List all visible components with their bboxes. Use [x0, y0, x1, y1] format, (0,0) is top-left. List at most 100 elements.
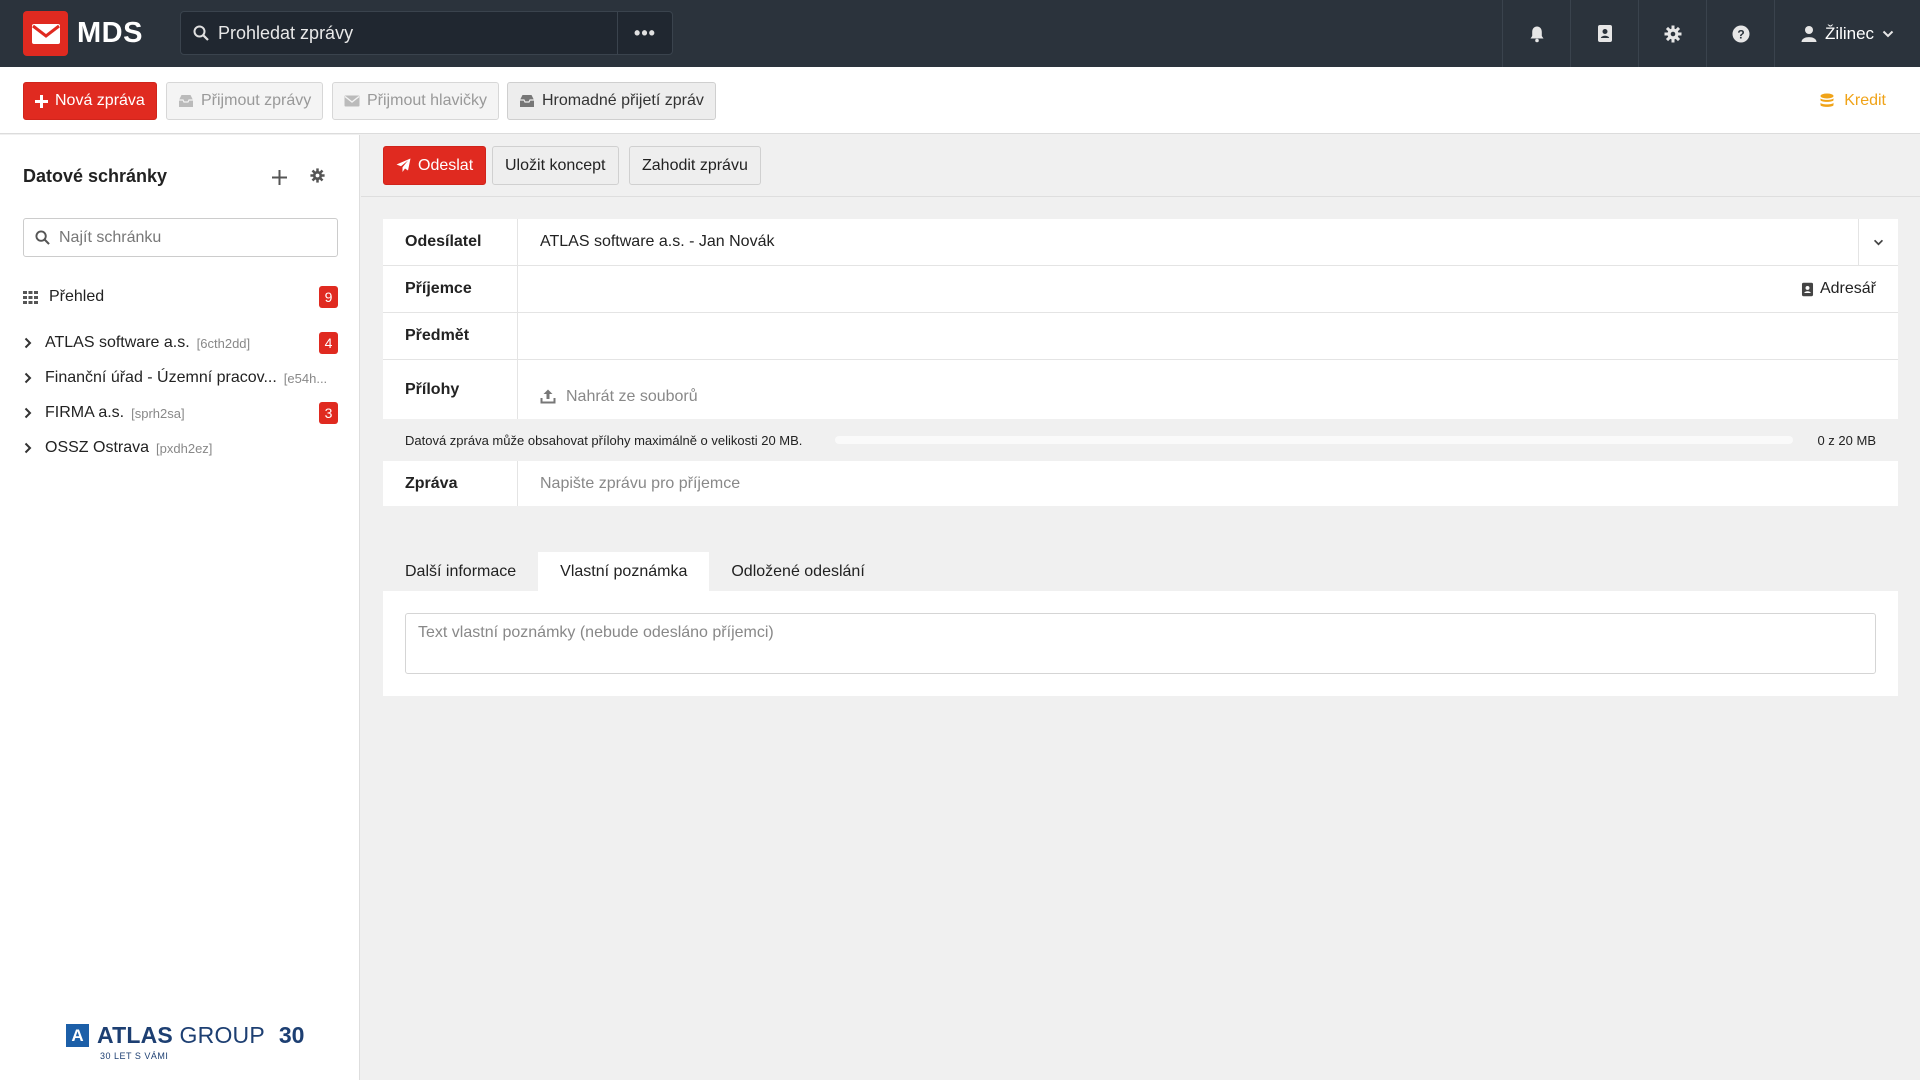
search-options-button[interactable]: ••• — [617, 12, 672, 54]
sender-label: Odesílatel — [383, 219, 518, 265]
paper-plane-icon — [396, 158, 411, 172]
recipient-input[interactable]: Adresář — [518, 266, 1898, 312]
coins-icon — [1820, 93, 1834, 107]
size-limit-info: Datová zpráva může obsahovat přílohy max… — [405, 432, 803, 448]
main-toolbar: Nová zpráva Přijmout zprávy Přijmout hla… — [0, 67, 1920, 134]
chevron-right-icon[interactable] — [23, 337, 33, 349]
overview-label: Přehled — [49, 288, 105, 305]
address-book-label: Adresář — [1819, 280, 1876, 297]
user-name: Žilinec — [1824, 23, 1875, 43]
envelope-icon — [344, 95, 360, 107]
chevron-right-icon[interactable] — [23, 442, 33, 454]
app-logo[interactable]: MDS — [23, 11, 180, 56]
sidebar-item-ossz-ostrava[interactable]: OSSZ Ostrava [pxdh2ez] — [23, 434, 338, 462]
bulk-receive-label: Hromadné přijetí zpráv — [542, 92, 704, 109]
own-note-textarea[interactable] — [405, 613, 1876, 674]
upload-files-button[interactable]: Nahrát ze souborů — [518, 360, 1898, 419]
tab-additional-info[interactable]: Další informace — [383, 552, 538, 591]
subject-row: Předmět — [383, 313, 1898, 360]
box-label: OSSZ Ostrava — [45, 439, 150, 456]
gear-icon — [1664, 25, 1681, 42]
atlas-logo-icon: A — [66, 1024, 89, 1047]
add-box-icon[interactable] — [272, 170, 287, 185]
notifications-button[interactable] — [1502, 0, 1570, 67]
attachments-label: Přílohy — [383, 360, 518, 419]
compose-toolbar: Odeslat Uložit koncept Zahodit zprávu — [361, 135, 1920, 197]
sender-dropdown-toggle[interactable] — [1858, 219, 1898, 265]
box-label: ATLAS software a.s. — [45, 334, 190, 351]
recipient-label: Příjemce — [383, 266, 518, 312]
box-code: [sprh2sa] — [131, 405, 185, 421]
help-icon: ? — [1732, 25, 1749, 42]
upload-label: Nahrát ze souborů — [566, 387, 698, 405]
size-count: 0 z 20 MB — [1817, 432, 1876, 448]
sender-select[interactable]: ATLAS software a.s. - Jan Novák — [518, 219, 1898, 265]
box-badge: 3 — [319, 402, 338, 424]
sidebar-title: Datové schránky — [23, 166, 168, 186]
chevron-right-icon[interactable] — [23, 407, 33, 419]
help-button[interactable]: ? — [1706, 0, 1774, 67]
bulk-receive-button[interactable]: Hromadné přijetí zpráv — [507, 82, 716, 120]
message-search[interactable]: Prohledat zprávy ••• — [180, 11, 673, 55]
receive-messages-button[interactable]: Přijmout zprávy — [166, 82, 324, 120]
credit-link[interactable]: Kredit — [1820, 92, 1886, 110]
address-book-button[interactable] — [1570, 0, 1638, 67]
tab-own-note[interactable]: Vlastní poznámka — [538, 552, 710, 591]
sidebar-item-financni-urad[interactable]: Finanční úřad - Územní pracov... [e54h..… — [23, 364, 338, 392]
top-bar: MDS Prohledat zprávy ••• ? Žilinec — [0, 0, 1920, 67]
send-label: Odeslat — [418, 156, 474, 174]
atlas-brand-bold: ATLAS — [97, 1022, 173, 1048]
inbox-icon — [179, 95, 193, 107]
inbox-icon — [520, 95, 534, 107]
overview-badge: 9 — [319, 286, 338, 308]
address-book-icon — [1801, 282, 1813, 296]
compose-form: Odesílatel ATLAS software a.s. - Jan Nov… — [383, 219, 1898, 419]
atlas-tagline: 30 LET S VÁMI — [100, 1051, 169, 1061]
credit-label: Kredit — [1844, 92, 1886, 109]
save-draft-button[interactable]: Uložit koncept — [492, 146, 619, 185]
subject-input[interactable] — [518, 313, 1898, 359]
message-placeholder: Napište zprávu pro příjemce — [540, 474, 741, 492]
settings-button[interactable] — [1638, 0, 1706, 67]
discard-message-button[interactable]: Zahodit zprávu — [629, 146, 761, 185]
box-search[interactable] — [23, 218, 338, 257]
attachments-row: Přílohy Nahrát ze souborů — [383, 360, 1898, 419]
box-label: FIRMA a.s. — [45, 404, 125, 421]
chevron-down-icon — [1873, 239, 1884, 245]
message-label: Zpráva — [383, 461, 518, 506]
sidebar-item-atlas-software[interactable]: ATLAS software a.s. [6cth2dd] 4 — [23, 329, 338, 357]
attachment-size-bar: Datová zpráva může obsahovat přílohy max… — [383, 420, 1898, 460]
new-message-label: Nová zpráva — [55, 92, 145, 109]
search-input[interactable]: Prohledat zprávy — [181, 12, 617, 54]
message-form: Zpráva Napište zprávu pro příjemce — [383, 461, 1898, 506]
box-search-input[interactable] — [59, 228, 319, 247]
box-badge: 4 — [319, 332, 338, 354]
upload-icon — [540, 389, 556, 404]
grid-icon — [23, 290, 38, 304]
recipient-row: Příjemce Adresář — [383, 266, 1898, 313]
message-input[interactable]: Napište zprávu pro příjemce — [518, 461, 1898, 506]
send-button[interactable]: Odeslat — [383, 146, 487, 185]
box-label: Finanční úřad - Územní pracov... — [45, 369, 277, 386]
receive-headers-button[interactable]: Přijmout hlavičky — [332, 82, 500, 120]
user-menu[interactable]: Žilinec — [1774, 0, 1920, 67]
tab-delayed-send[interactable]: Odložené odeslání — [709, 552, 886, 591]
new-message-button[interactable]: Nová zpráva — [23, 82, 157, 120]
chevron-down-icon — [1882, 30, 1894, 37]
receive-messages-label: Přijmout zprávy — [201, 92, 312, 109]
plus-icon — [35, 94, 48, 108]
address-book-link[interactable]: Adresář — [1801, 280, 1876, 298]
size-progress-track — [835, 436, 1793, 444]
search-icon — [193, 25, 209, 41]
svg-text:?: ? — [1737, 27, 1744, 41]
receive-headers-label: Přijmout hlavičky — [367, 92, 488, 109]
chevron-right-icon[interactable] — [23, 372, 33, 384]
mail-logo-icon — [23, 11, 68, 56]
gear-icon[interactable] — [310, 168, 325, 183]
bell-icon — [1530, 26, 1543, 42]
sidebar-item-overview[interactable]: Přehled 9 — [23, 283, 338, 311]
sidebar-item-firma[interactable]: FIRMA a.s. [sprh2sa] 3 — [23, 399, 338, 427]
search-placeholder: Prohledat zprávy — [218, 22, 354, 43]
message-row: Zpráva Napište zprávu pro příjemce — [383, 461, 1898, 506]
sidebar: Datové schránky Přehled 9 ATLAS software… — [0, 135, 360, 1080]
